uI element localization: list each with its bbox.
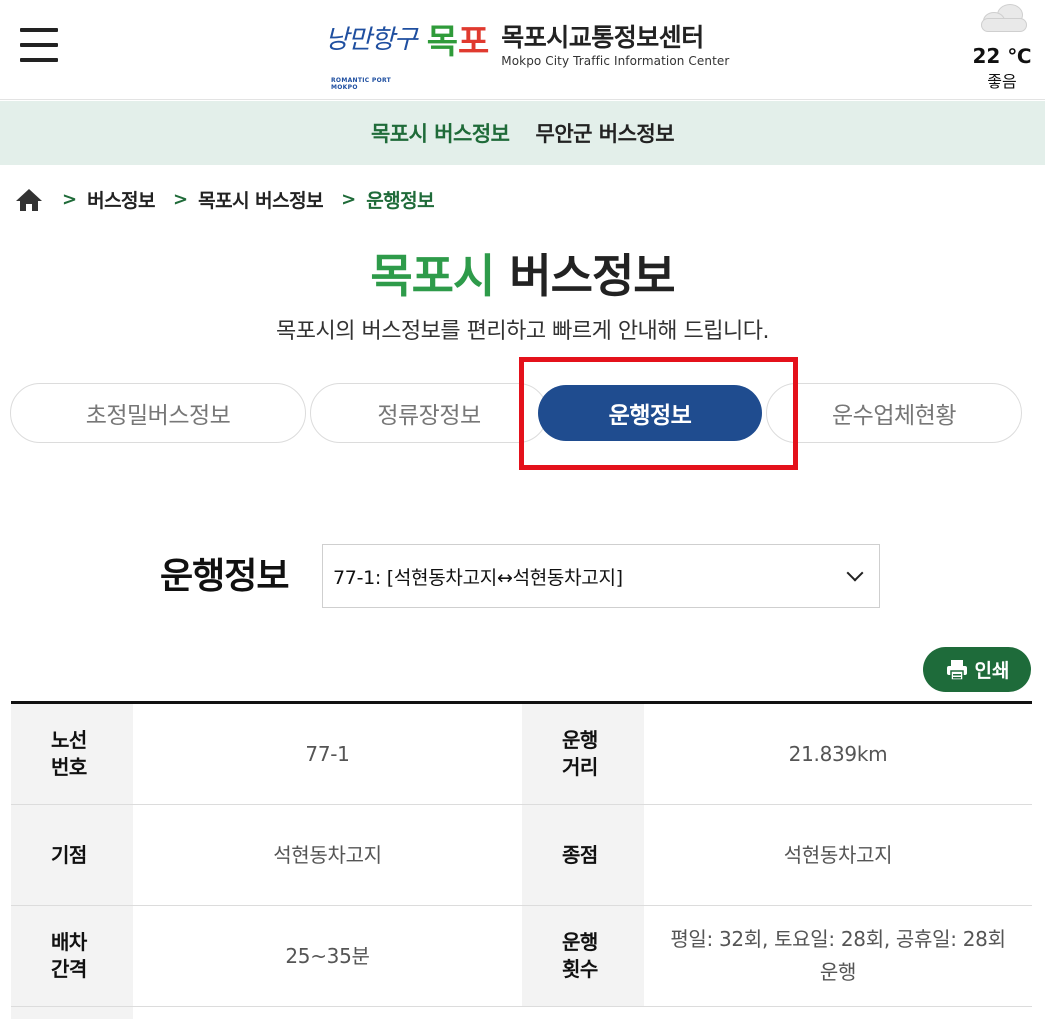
route-label: 운행정보 — [160, 556, 289, 597]
breadcrumb: > 버스정보 > 목포시 버스정보 > 운행정보 — [14, 186, 435, 213]
value-cell: 평일: 32회, 토요일: 28회, 공휴일: 28회 운행 — [670, 927, 1006, 984]
logo-script-sub: ROMANTIC PORT MOKPO — [331, 77, 392, 91]
weather-status: 좋음 — [987, 72, 1017, 91]
header-cell: 노선 번호 — [11, 704, 133, 804]
table-row: 기점 석현동차고지 종점 석현동차고지 — [11, 805, 1032, 906]
chevron-right-icon: > — [341, 189, 357, 210]
site-header: 낭만항구 ROMANTIC PORT MOKPO 목포 목포시교통정보센터 Mo… — [0, 0, 1045, 100]
value-cell: 21.839km — [788, 741, 888, 766]
header-cell — [11, 1007, 133, 1019]
highlight-box — [519, 357, 798, 470]
route-select[interactable]: 77-1: [석현동차고지↔석현동차고지] — [322, 544, 880, 608]
header-cell: 종점 — [522, 805, 644, 905]
page-title-rest: 버스정보 — [509, 249, 675, 303]
sub-navigation: 목포시 버스정보 무안군 버스정보 — [0, 101, 1045, 165]
site-logo[interactable]: 낭만항구 ROMANTIC PORT MOKPO 목포 목포시교통정보센터 Mo… — [325, 16, 730, 91]
chevron-right-icon: > — [62, 189, 78, 210]
tab-bus-stop[interactable]: 정류장정보 — [310, 383, 548, 443]
subnav-mokpo-bus[interactable]: 목포시 버스정보 — [371, 118, 510, 148]
route-select-value: 77-1: [석현동차고지↔석현동차고지] — [333, 566, 623, 589]
header-cell: 운행 거리 — [522, 704, 644, 804]
print-label: 인쇄 — [974, 660, 1010, 682]
table-row: 노선 번호 77-1 운행 거리 21.839km — [11, 704, 1032, 805]
printer-icon — [946, 659, 967, 681]
table-row: 배차 간격 25~35분 운행 횟수 평일: 32회, 토요일: 28회, 공휴… — [11, 906, 1032, 1007]
chevron-down-icon — [846, 564, 864, 582]
home-icon[interactable] — [14, 187, 44, 213]
logo-title: 목포시교통정보센터 — [501, 22, 704, 52]
header-cell: 기점 — [11, 805, 133, 905]
page-title-accent: 목포시 — [370, 249, 495, 303]
tab-realtime-bus[interactable]: 초정밀버스정보 — [10, 383, 306, 443]
route-info-table: 노선 번호 77-1 운행 거리 21.839km 기점 석현동차고지 종점 석… — [11, 701, 1032, 1019]
header-cell: 배차 간격 — [11, 906, 133, 1006]
bus-info-tabs: 초정밀버스정보 정류장정보 운수업체현황 운행정보 — [10, 383, 1022, 443]
value-cell: 석현동차고지 — [783, 842, 893, 867]
tab-transport-company[interactable]: 운수업체현황 — [766, 383, 1022, 443]
menu-icon[interactable] — [20, 28, 58, 64]
subnav-muan-bus[interactable]: 무안군 버스정보 — [536, 118, 675, 148]
header-cell: 운행 횟수 — [522, 906, 644, 1006]
chevron-right-icon: > — [173, 189, 189, 210]
print-button[interactable]: 인쇄 — [923, 647, 1031, 692]
value-cell: 77-1 — [305, 741, 350, 766]
logo-subtitle: Mokpo City Traffic Information Center — [501, 54, 730, 69]
page-description: 목포시의 버스정보를 편리하고 빠르게 안내해 드립니다. — [276, 319, 769, 344]
value-cell: 석현동차고지 — [273, 842, 382, 867]
weather-temperature: 22 ℃ — [972, 44, 1032, 68]
logo-script: 낭만항구 — [325, 25, 418, 55]
table-row — [11, 1007, 1032, 1019]
breadcrumb-bus-info[interactable]: 버스정보 — [87, 186, 155, 213]
cloud-icon — [977, 4, 1027, 34]
weather-widget: 22 ℃ 좋음 — [971, 4, 1033, 92]
page-title: 목포시 버스정보 — [0, 240, 1045, 306]
breadcrumb-current[interactable]: 운행정보 — [366, 186, 434, 213]
value-cell: 25~35분 — [285, 943, 370, 968]
breadcrumb-mokpo-bus[interactable]: 목포시 버스정보 — [198, 186, 323, 213]
logo-mokpo: 목포 — [426, 22, 490, 62]
